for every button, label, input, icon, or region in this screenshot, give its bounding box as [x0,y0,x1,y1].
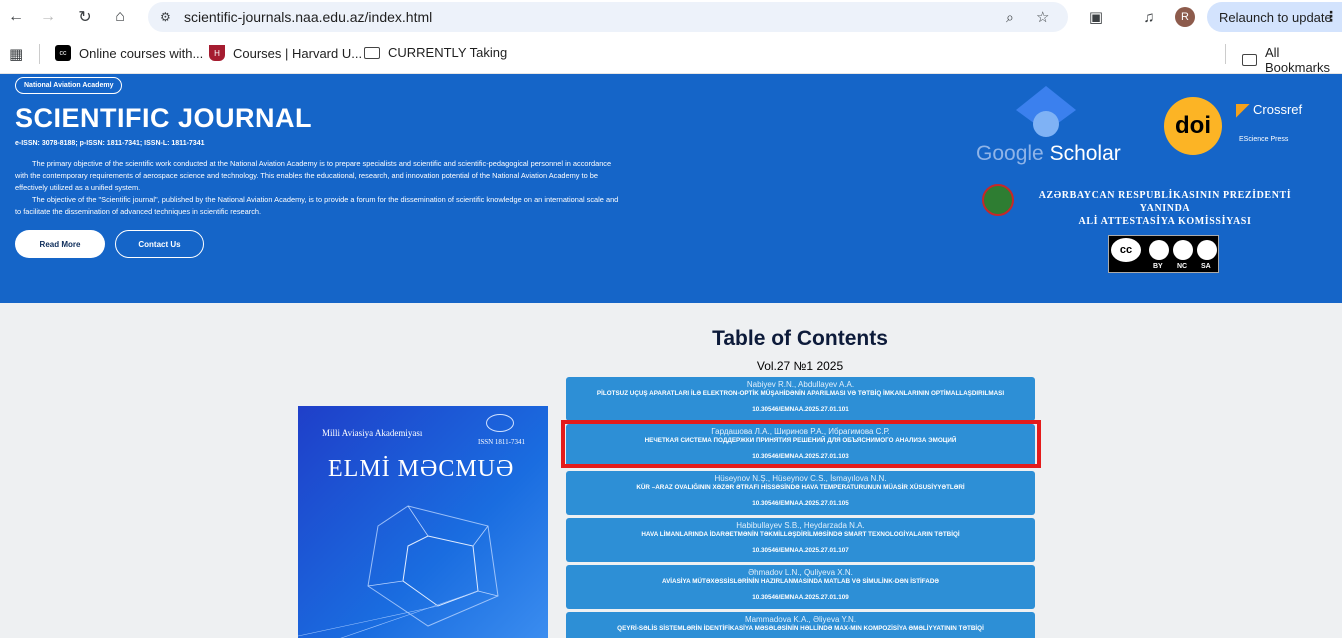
bookmark-label: CURRENTLY Taking [388,45,508,60]
cover-polyhedron-graphic [298,505,499,638]
doi-logo[interactable]: doi [1164,97,1222,155]
issn-line: e-ISSN: 3078-8188; p-ISSN: 1811-7341; IS… [15,140,205,147]
cover-title: ELMİ MƏCMUƏ [328,456,515,482]
cc-by-label: BY [1153,263,1163,270]
all-bookmarks[interactable]: All Bookmarks [1242,45,1342,75]
bookmarks-bar: ▦ cc Online courses with... H Courses | … [0,34,1342,75]
article-authors: Гардашова Л.А., Ширинов Р.А., Ибрагимова… [711,427,890,436]
nc-icon [1173,240,1193,260]
address-bar[interactable]: ⚙ scientific-journals.naa.edu.az/index.h… [148,2,1068,32]
toc-title: Table of Contents [712,327,888,350]
read-more-button[interactable]: Read More [15,230,105,258]
crossref-text: Crossref [1253,102,1303,117]
article-title[interactable]: PİLOTSUZ UÇUŞ APARATLARI İLƏ ELEKTRON-OP… [566,390,1035,397]
article-doi[interactable]: 10.30546/EMNAA.2025.27.01.109 [566,594,1035,601]
forward-icon[interactable]: → [35,4,61,30]
aak-emblem-icon [982,184,1014,216]
bookmarks-divider [39,44,40,64]
harvard-icon: H [209,45,225,61]
site-info-icon[interactable]: ⚙ [160,10,171,24]
article-title[interactable]: AVİASİYA MÜTƏXƏSSİSLƏRİNİN HAZIRLANMASIN… [566,578,1035,585]
back-icon[interactable]: ← [3,4,29,30]
objective-paragraph: The primary objective of the scientific … [15,159,612,192]
article-authors: Nabiyev R.N., Abdullayev A.A. [746,380,855,389]
toc-volume: Vol.27 №1 2025 [756,359,844,373]
home-icon[interactable]: ⌂ [107,4,133,30]
bookmark-label: Online courses with... [79,45,204,61]
cc-sa-label: SA [1201,263,1211,270]
aak-line2: ALİ ATTESTASİYA KOMİSSİYASI [1078,216,1252,227]
article-card[interactable]: Nabiyev R.N., Abdullayev A.A. PİLOTSUZ U… [566,377,1035,421]
google-scholar-logo[interactable]: Google Scholar [976,86,1126,171]
sa-icon [1197,240,1217,260]
page-title: SCIENTIFIC JOURNAL [15,103,313,133]
bookmark-currently-taking[interactable]: CURRENTLY Taking [364,45,507,60]
folder-icon [364,46,380,59]
bookmark-online-courses[interactable]: cc Online courses with... [55,45,203,61]
academy-badge: National Aviation Academy [15,77,123,94]
article-card[interactable]: Habibullayev S.B., Heydarzada N.A. HAVA … [566,518,1035,562]
zoom-icon[interactable]: ⌕ [1006,9,1014,26]
cover-issn: ISSN 1811-7341 [478,438,525,446]
article-authors: Hüseynov N.Ş., Hüseynov C.S., İsmayılova… [714,474,887,483]
article-card[interactable]: Mammadova K.A., Əliyeva Y.N. QEYRİ-SƏLİS… [566,612,1035,638]
article-card[interactable]: Əhmadov L.N., Quliyeva X.N. AVİASİYA MÜT… [566,565,1035,609]
reload-icon[interactable]: ↻ [72,4,98,30]
aak-line1: AZƏRBAYCAN RESPUBLİKASININ PREZİDENTİ YA… [1038,190,1292,214]
page-content: National Aviation Academy SCIENTIFIC JOU… [0,74,1342,638]
article-authors: Habibullayev S.B., Heydarzada N.A. [736,521,865,530]
article-authors: Mammadova K.A., Əliyeva Y.N. [744,615,857,624]
article-doi[interactable]: 10.30546/EMNAA.2025.27.01.101 [566,406,1035,413]
article-doi[interactable]: 10.30546/EMNAA.2025.27.01.103 [566,453,1035,460]
cc-icon: cc [55,45,71,61]
hero-banner: National Aviation Academy SCIENTIFIC JOU… [0,74,1342,303]
media-icon[interactable]: ♫ [1136,4,1162,30]
by-icon [1149,240,1169,260]
escience-logo[interactable]: EScience Press [1239,136,1288,143]
relaunch-label: Relaunch to update [1219,9,1332,25]
article-title[interactable]: KÜR –ARAZ OVALIĞININ XƏZƏR ƏTRAFI HİSSƏS… [566,484,1035,491]
contact-us-button[interactable]: Contact Us [115,230,204,258]
folder-icon [1242,54,1257,66]
menu-dots-icon[interactable]: ⋮ [1324,8,1338,25]
cover-publisher: Milli Aviasiya Akademiyası [322,428,423,438]
article-title[interactable]: QEYRİ-SƏLİS SİSTEMLƏRİN İDENTİFİKASİYA M… [566,625,1035,632]
article-card[interactable]: Hüseynov N.Ş., Hüseynov C.S., İsmayılova… [566,471,1035,515]
browser-toolbar: ← → ↻ ⌂ ⚙ scientific-journals.naa.edu.az… [0,0,1342,34]
article-card[interactable]: Гардашова Л.А., Ширинов Р.А., Ибрагимова… [566,424,1035,468]
relaunch-button[interactable]: Relaunch to update ⋮ [1207,2,1342,32]
cover-logo-icon [486,414,514,432]
cc-nc-label: NC [1177,263,1188,270]
google-text: Google [976,142,1044,165]
bookmark-star-icon[interactable]: ☆ [1036,8,1049,26]
profile-avatar[interactable]: R [1175,7,1195,27]
article-title[interactable]: НЕЧЕТКАЯ СИСТЕМА ПОДДЕРЖКИ ПРИНЯТИЯ РЕШЕ… [566,437,1035,444]
extensions-icon[interactable]: ▣ [1083,4,1109,30]
article-doi[interactable]: 10.30546/EMNAA.2025.27.01.105 [566,500,1035,507]
cc-license-logo[interactable]: cc BY NC SA [1108,235,1219,273]
article-authors: Əhmadov L.N., Quliyeva X.N. [748,568,853,577]
scholar-text: Scholar [1049,142,1121,165]
bookmarks-divider [1225,44,1226,64]
article-title[interactable]: HAVA LİMANLARINDA İDARƏETMƏNİN TƏKMİLLƏŞ… [566,531,1035,538]
all-bookmarks-label: All Bookmarks [1264,45,1331,75]
crossref-logo[interactable]: Crossref [1236,102,1302,118]
bookmark-label: Courses | Harvard U... [233,45,363,61]
url-text: scientific-journals.naa.edu.az/index.htm… [184,9,433,25]
contents-section: Milli Aviasiya Akademiyası ISSN 1811-734… [0,303,1342,638]
article-doi[interactable]: 10.30546/EMNAA.2025.27.01.107 [566,547,1035,554]
journal-objective-paragraph: The objective of the "Scientific journal… [15,195,619,216]
apps-grid-icon[interactable]: ▦ [9,45,23,63]
journal-cover-image[interactable]: Milli Aviasiya Akademiyası ISSN 1811-734… [298,406,548,638]
cc-circle-icon: cc [1111,238,1141,262]
scholar-cap-icon [1016,86,1076,137]
crossref-icon [1236,103,1250,118]
bookmark-harvard[interactable]: H Courses | Harvard U... [209,45,362,61]
aak-text[interactable]: AZƏRBAYCAN RESPUBLİKASININ PREZİDENTİ YA… [1020,189,1310,228]
